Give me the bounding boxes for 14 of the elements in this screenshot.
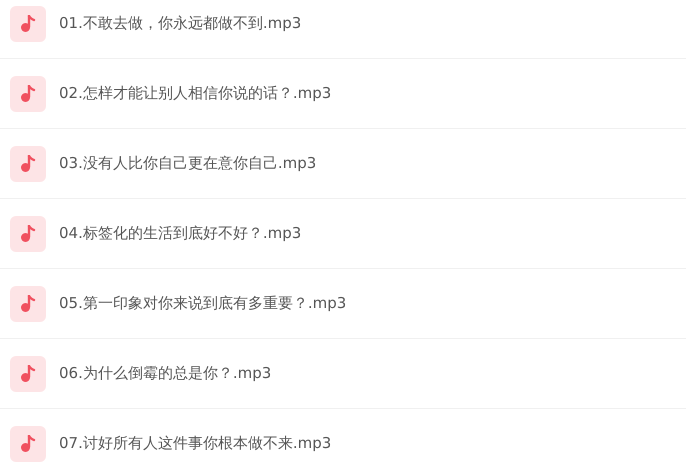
music-note-icon	[10, 76, 46, 112]
file-name[interactable]: 07.讨好所有人这件事你根本做不来.mp3	[59, 432, 332, 455]
file-name[interactable]: 05.第一印象对你来说到底有多重要？.mp3	[59, 292, 346, 315]
music-note-icon	[10, 426, 46, 462]
file-name[interactable]: 03.没有人比你自己更在意你自己.mp3	[59, 152, 316, 175]
file-name[interactable]: 02.怎样才能让别人相信你说的话？.mp3	[59, 82, 332, 105]
music-note-icon	[10, 356, 46, 392]
file-name[interactable]: 01.不敢去做，你永远都做不到.mp3	[59, 12, 302, 35]
music-note-icon	[10, 6, 46, 42]
file-name[interactable]: 04.标签化的生活到底好不好？.mp3	[59, 222, 302, 245]
music-note-icon	[10, 216, 46, 252]
file-name[interactable]: 06.为什么倒霉的总是你？.mp3	[59, 362, 272, 385]
music-note-icon	[10, 286, 46, 322]
music-note-icon	[10, 146, 46, 182]
